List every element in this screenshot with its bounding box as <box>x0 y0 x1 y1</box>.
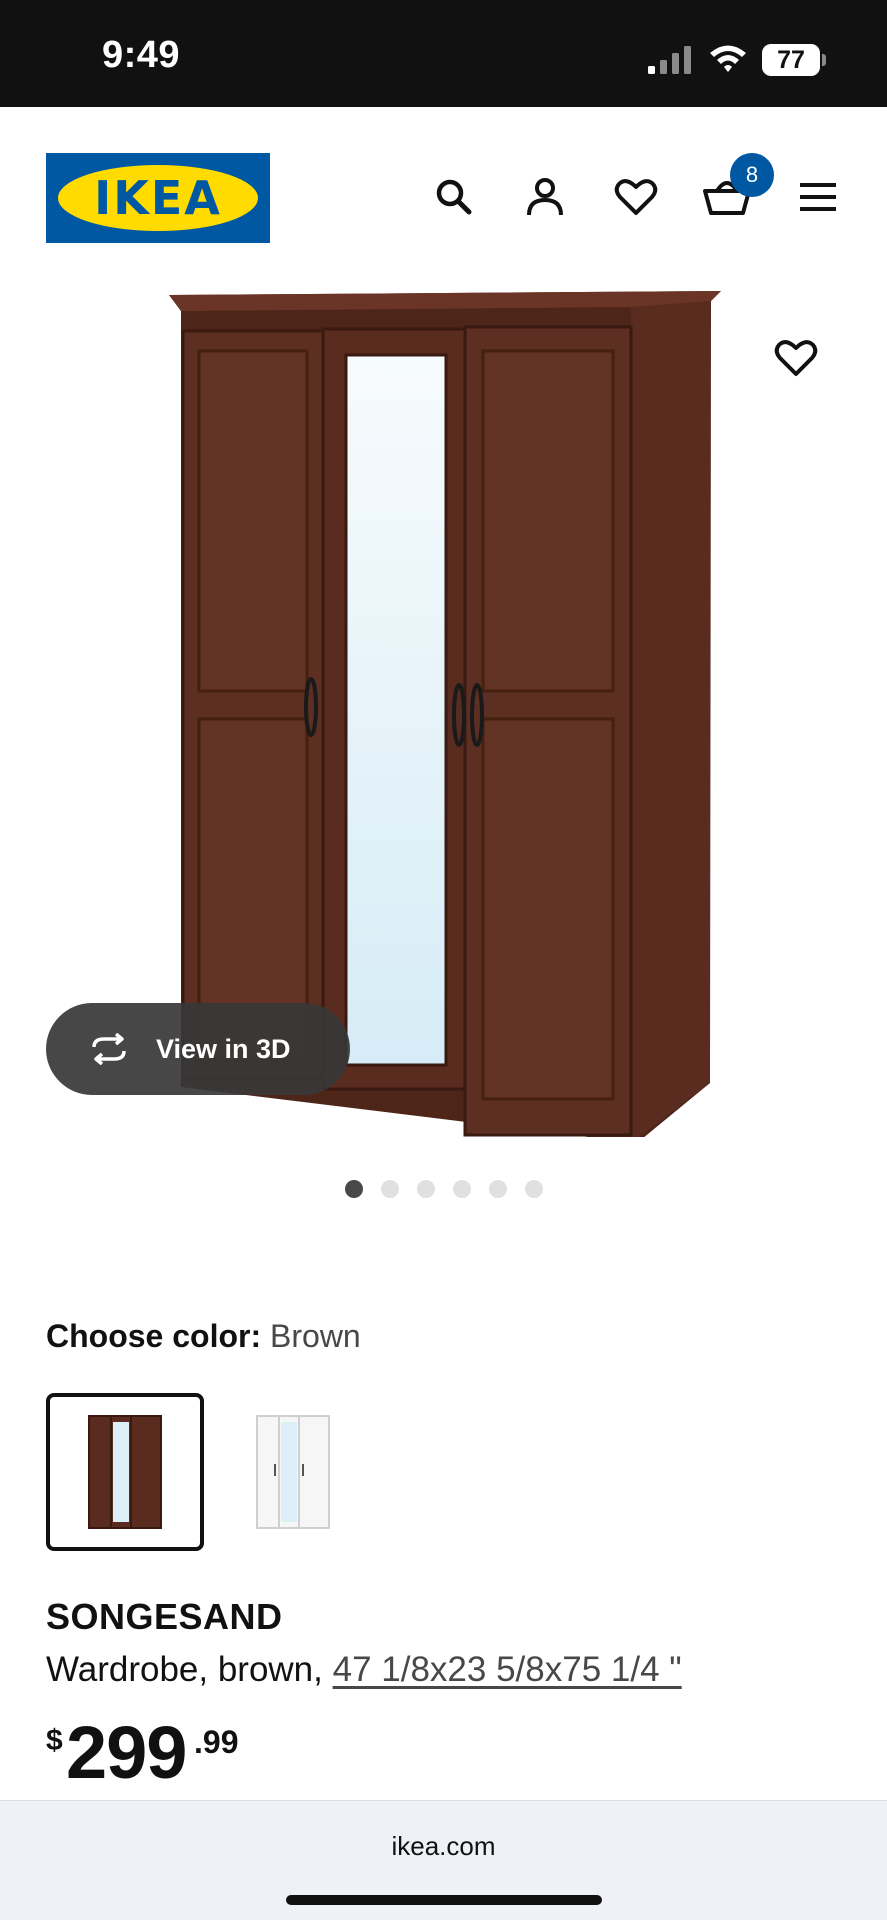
color-swatch-brown[interactable] <box>46 1393 204 1551</box>
account-button[interactable] <box>521 173 569 221</box>
price-integer: 299 <box>66 1711 187 1794</box>
brown-wardrobe-thumbnail <box>88 1415 162 1529</box>
heart-icon <box>614 179 658 215</box>
site-header: IKEA 8 <box>0 107 887 277</box>
pagination-dot[interactable] <box>488 1180 507 1198</box>
gallery-pagination <box>0 1180 887 1200</box>
color-chooser-label: Choose color: Brown <box>46 1318 361 1355</box>
rotate-3d-icon <box>92 1033 126 1065</box>
logo-text: IKEA <box>94 171 222 225</box>
product-dimensions-link[interactable]: 47 1/8x23 5/8x75 1/4 " <box>333 1650 682 1689</box>
color-swatch-white[interactable] <box>214 1393 372 1551</box>
heart-icon <box>774 340 818 376</box>
url-text[interactable]: ikea.com <box>0 1831 887 1862</box>
product-name: SONGESAND <box>46 1596 283 1637</box>
search-icon <box>436 179 472 215</box>
menu-icon <box>800 183 836 211</box>
pagination-dot[interactable] <box>344 1180 363 1198</box>
status-bar: 9:49 77 <box>0 0 887 107</box>
status-time: 9:49 <box>102 34 181 76</box>
product-gallery[interactable]: View in 3D <box>0 277 887 1137</box>
product-description: Wardrobe, brown, 47 1/8x23 5/8x75 1/4 " <box>46 1650 682 1690</box>
price-currency: $ <box>46 1724 63 1757</box>
home-indicator[interactable] <box>286 1895 602 1905</box>
cart-count-badge: 8 <box>730 153 774 197</box>
pagination-dot[interactable] <box>452 1180 471 1198</box>
view-in-3d-label: View in 3D <box>156 1033 291 1064</box>
search-button[interactable] <box>430 173 478 221</box>
price-decimal: .99 <box>194 1724 239 1760</box>
selected-color: Brown <box>270 1318 361 1354</box>
product-type: Wardrobe, brown, <box>46 1650 333 1689</box>
wishlist-button[interactable] <box>612 173 660 221</box>
white-wardrobe-thumbnail <box>256 1415 330 1529</box>
menu-button[interactable] <box>794 173 842 221</box>
color-label-text: Choose color: <box>46 1318 262 1354</box>
ikea-logo[interactable]: IKEA <box>46 153 270 243</box>
browser-address-bar[interactable]: ikea.com <box>0 1800 887 1920</box>
user-icon <box>527 178 563 216</box>
favorite-button[interactable] <box>770 332 822 384</box>
pagination-dot[interactable] <box>380 1180 399 1198</box>
view-in-3d-button[interactable]: View in 3D <box>46 1003 350 1095</box>
pagination-dot[interactable] <box>416 1180 435 1198</box>
wifi-icon <box>710 45 746 72</box>
battery-level: 77 <box>762 44 820 76</box>
pagination-dot[interactable] <box>524 1180 543 1198</box>
cellular-signal-icon <box>648 46 691 74</box>
battery-icon: 77 <box>762 44 826 76</box>
